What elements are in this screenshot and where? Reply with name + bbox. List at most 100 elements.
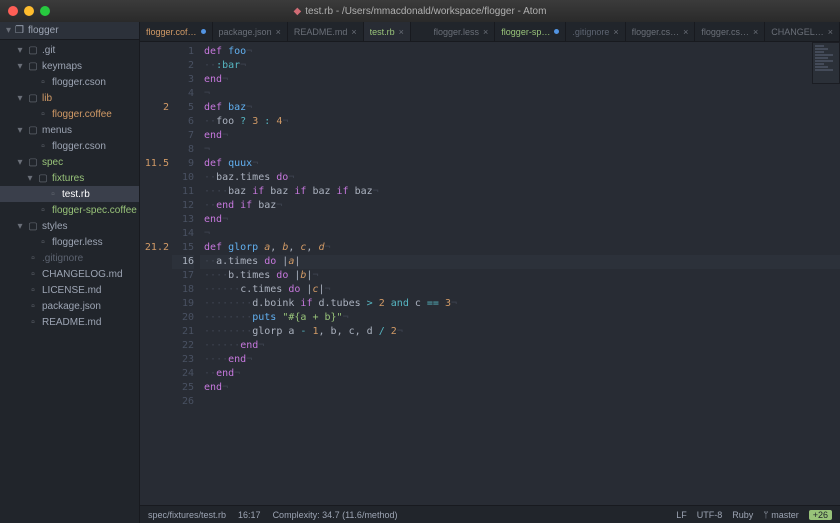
close-tab-icon[interactable]: × xyxy=(683,27,688,37)
code-line[interactable]: baz if baz if baz if baz¬ xyxy=(204,185,457,199)
code-line[interactable]: foo ? 3 : 4¬ xyxy=(204,115,457,129)
tree-file[interactable]: ▫flogger.less xyxy=(0,234,139,250)
code-line[interactable]: baz.times do¬ xyxy=(204,171,457,185)
code-line[interactable]: end¬ xyxy=(204,213,457,227)
status-eol[interactable]: LF xyxy=(676,510,687,520)
editor-tab[interactable]: flogger.cs…× xyxy=(695,22,765,41)
line-number[interactable]: 21 xyxy=(172,325,194,339)
project-root[interactable]: ▾ ❐ flogger xyxy=(0,22,139,40)
tree-view[interactable]: ▾ ❐ flogger ▾▢.git▾▢keymaps▫flogger.cson… xyxy=(0,22,140,523)
tree-folder[interactable]: ▾▢keymaps xyxy=(0,58,139,74)
status-encoding[interactable]: UTF-8 xyxy=(697,510,723,520)
code-line[interactable]: end¬ xyxy=(204,129,457,143)
line-number[interactable]: 4 xyxy=(172,87,194,101)
code-line[interactable]: d.boink if d.tubes > 2 and c == 3¬ xyxy=(204,297,457,311)
close-tab-icon[interactable]: × xyxy=(613,27,618,37)
status-git-diff[interactable]: +26 xyxy=(809,510,832,520)
close-tab-icon[interactable]: × xyxy=(351,27,356,37)
editor-tab[interactable]: package.json× xyxy=(213,22,288,41)
tree-folder[interactable]: ▾▢fixtures xyxy=(0,170,139,186)
code-line[interactable]: end¬ xyxy=(204,381,457,395)
tree-file[interactable]: ▫test.rb xyxy=(0,186,139,202)
code-line[interactable]: ¬ xyxy=(204,227,457,241)
line-number[interactable]: 12 xyxy=(172,199,194,213)
tree-file[interactable]: ▫package.json xyxy=(0,298,139,314)
line-number[interactable]: 25 xyxy=(172,381,194,395)
line-number[interactable]: 9 xyxy=(172,157,194,171)
tree-folder[interactable]: ▾▢spec xyxy=(0,154,139,170)
code-line[interactable]: def baz¬ xyxy=(204,101,457,115)
line-number[interactable]: 24 xyxy=(172,367,194,381)
code-line[interactable]: c.times do |c|¬ xyxy=(204,283,457,297)
editor-tab[interactable]: flogger.cs…× xyxy=(626,22,696,41)
code-line[interactable]: def foo¬ xyxy=(204,45,457,59)
line-number-gutter[interactable]: 1234567891011121314151617181920212223242… xyxy=(172,42,200,505)
code-line[interactable]: glorp a - 1, b, c, d / 2¬ xyxy=(204,325,457,339)
code-line[interactable]: end¬ xyxy=(204,367,457,381)
code-line[interactable]: :bar¬ xyxy=(204,59,457,73)
line-number[interactable]: 14 xyxy=(172,227,194,241)
line-number[interactable]: 1 xyxy=(172,45,194,59)
editor-tab[interactable]: flogger.less× xyxy=(428,22,496,41)
line-number[interactable]: 3 xyxy=(172,73,194,87)
close-tab-icon[interactable]: × xyxy=(753,27,758,37)
code-line[interactable]: end if baz¬ xyxy=(204,199,457,213)
close-tab-icon[interactable]: × xyxy=(828,27,833,37)
line-number[interactable]: 7 xyxy=(172,129,194,143)
status-cursor-pos[interactable]: 16:17 xyxy=(238,510,261,520)
line-number[interactable]: 18 xyxy=(172,283,194,297)
code-line[interactable]: b.times do |b|¬ xyxy=(204,269,457,283)
code-content[interactable]: def foo¬:bar¬end¬¬def baz¬foo ? 3 : 4¬en… xyxy=(200,42,457,505)
tree-folder[interactable]: ▾▢menus xyxy=(0,122,139,138)
tree-file[interactable]: ▫CHANGELOG.md xyxy=(0,266,139,282)
line-number[interactable]: 10 xyxy=(172,171,194,185)
tree-folder[interactable]: ▾▢.git xyxy=(0,42,139,58)
editor-tab[interactable]: flogger.cof… xyxy=(140,22,213,41)
line-number[interactable]: 16 xyxy=(172,255,194,269)
line-number[interactable]: 23 xyxy=(172,353,194,367)
code-line[interactable]: a.times do |a| xyxy=(200,255,840,269)
editor-tab[interactable]: CHANGEL…× xyxy=(765,22,840,41)
line-number[interactable]: 22 xyxy=(172,339,194,353)
code-line[interactable]: end¬ xyxy=(204,353,457,367)
tree-file[interactable]: ▫LICENSE.md xyxy=(0,282,139,298)
tree-file[interactable]: ▫README.md xyxy=(0,314,139,330)
tab-bar[interactable]: flogger.cof…package.json×README.md×test.… xyxy=(140,22,840,42)
minimap[interactable] xyxy=(812,42,840,84)
line-number[interactable]: 20 xyxy=(172,311,194,325)
line-number[interactable]: 26 xyxy=(172,395,194,409)
line-number[interactable]: 17 xyxy=(172,269,194,283)
status-grammar[interactable]: Ruby xyxy=(732,510,753,520)
tree-file[interactable]: ▫flogger.cson xyxy=(0,138,139,154)
line-number[interactable]: 11 xyxy=(172,185,194,199)
code-line[interactable]: def quux¬ xyxy=(204,157,457,171)
line-number[interactable]: 2 xyxy=(172,59,194,73)
code-line[interactable]: def glorp a, b, c, d¬ xyxy=(204,241,457,255)
editor-tab[interactable]: .gitignore× xyxy=(566,22,625,41)
code-line[interactable]: end¬ xyxy=(204,73,457,87)
line-number[interactable]: 5 xyxy=(172,101,194,115)
code-line[interactable]: ¬ xyxy=(204,143,457,157)
editor-tab[interactable]: test.rb× xyxy=(364,22,411,41)
line-number[interactable]: 8 xyxy=(172,143,194,157)
status-git-branch[interactable]: ᛘ master xyxy=(763,510,798,520)
tree-file[interactable]: ▫flogger.coffee xyxy=(0,106,139,122)
line-number[interactable]: 6 xyxy=(172,115,194,129)
tree-file[interactable]: ▫flogger.cson xyxy=(0,74,139,90)
close-tab-icon[interactable]: × xyxy=(276,27,281,37)
editor-tab[interactable]: flogger-sp… xyxy=(495,22,566,41)
code-line[interactable] xyxy=(204,395,457,409)
tree-file[interactable]: ▫.gitignore xyxy=(0,250,139,266)
line-number[interactable]: 15 xyxy=(172,241,194,255)
tree-folder[interactable]: ▾▢styles xyxy=(0,218,139,234)
text-editor[interactable]: 211.521.2 123456789101112131415161718192… xyxy=(140,42,840,505)
close-tab-icon[interactable]: × xyxy=(483,27,488,37)
status-file-path[interactable]: spec/fixtures/test.rb xyxy=(148,510,226,520)
editor-tab[interactable]: README.md× xyxy=(288,22,364,41)
tree-file[interactable]: ▫flogger-spec.coffee xyxy=(0,202,139,218)
close-tab-icon[interactable]: × xyxy=(399,27,404,37)
tree-folder[interactable]: ▾▢lib xyxy=(0,90,139,106)
line-number[interactable]: 13 xyxy=(172,213,194,227)
code-line[interactable]: puts "#{a + b}"¬ xyxy=(204,311,457,325)
code-line[interactable]: end¬ xyxy=(204,339,457,353)
